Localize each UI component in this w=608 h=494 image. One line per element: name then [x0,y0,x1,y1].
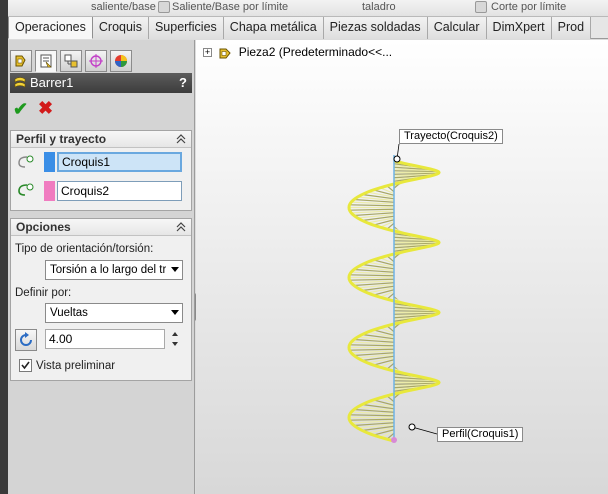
define-by-value: Vueltas [50,307,88,319]
dimxpert-manager-tab[interactable] [85,50,107,72]
feature-tree-icon [15,55,26,67]
panel-tabs [8,44,195,72]
tab-operaciones[interactable]: Operaciones [8,17,93,39]
chevron-down-icon [171,310,179,315]
path-color-swatch [44,181,55,201]
property-manager-icon [40,54,52,68]
check-icon [21,361,30,370]
tab-prod[interactable]: Prod [551,17,592,39]
rotate-icon [20,332,32,346]
property-manager-header: Barrer1 ? [10,73,192,93]
turns-button[interactable] [15,329,37,351]
cancel-button[interactable]: ✖ [38,99,54,117]
boundary-boss-icon[interactable] [158,1,170,13]
options-group: Opciones Tipo de orientación/torsión: To… [10,218,192,381]
command-ribbon: saliente/base Saliente/Base por límite t… [0,0,608,17]
collapse-chevron-icon[interactable] [176,222,186,232]
dimxpert-icon [89,54,103,68]
boundary-cut-icon[interactable] [475,1,487,13]
display-manager-icon [115,55,127,67]
tab-superficies[interactable]: Superficies [148,17,224,39]
profile-callout[interactable]: Perfil(Croquis1) [437,427,524,442]
configuration-manager-tab[interactable] [60,50,82,72]
preview-checkbox[interactable] [19,359,32,372]
orientation-select[interactable]: Torsión a lo largo del tra [45,260,183,280]
options-group-title[interactable]: Opciones [11,219,191,236]
feature-tree-tab[interactable] [10,50,32,72]
ribbon-item-saliente-base[interactable]: saliente/base [91,1,156,13]
ribbon-item-boundary-boss[interactable]: Saliente/Base por límite [172,1,288,13]
options-title: Opciones [16,220,71,234]
tab-piezas-soldadas[interactable]: Piezas soldadas [323,17,428,39]
path-callout[interactable]: Trayecto(Croquis2) [399,129,503,144]
path-icon [18,183,34,196]
sweep-feature-icon [14,77,26,88]
graphics-area[interactable]: + Pieza2 (Predeterminado<<... Trayecto(C… [196,40,608,494]
profile-color-swatch [44,152,55,172]
feature-title: Barrer1 [30,75,74,90]
profile-selection-field[interactable]: Croquis1 [57,152,182,172]
display-manager-tab[interactable] [110,50,132,72]
chevron-down-icon [171,267,179,272]
ok-button[interactable]: ✔ [13,100,29,118]
tab-calcular[interactable]: Calcular [427,17,487,39]
orientation-label: Tipo de orientación/torsión: [15,243,154,255]
profile-path-group: Perfil y trayecto Croquis1 Croquis2 [10,130,192,211]
tab-croquis[interactable]: Croquis [92,17,149,39]
define-by-select[interactable]: Vueltas [45,303,183,323]
ribbon-item-taladro[interactable]: taladro [362,1,396,13]
property-manager-tab[interactable] [35,50,57,72]
path-selection-field[interactable]: Croquis2 [57,181,182,201]
sweep-helix-preview[interactable] [196,40,608,494]
property-manager-panel: Barrer1 ? ✔ ✖ Perfil y trayecto Croquis1… [8,40,195,494]
configuration-manager-icon [64,54,78,68]
tab-chapa-metalica[interactable]: Chapa metálica [223,17,324,39]
preview-label: Vista preliminar [36,360,116,372]
ribbon-item-boundary-cut[interactable]: Corte por límite [491,1,566,13]
profile-path-title: Perfil y trayecto [16,132,107,146]
turns-input[interactable]: 4.00 [45,329,165,349]
command-manager-tabs: Operaciones Croquis Superficies Chapa me… [8,17,608,39]
turns-spinner[interactable] [169,329,181,349]
orientation-value: Torsión a lo largo del tra [50,264,173,276]
tab-dimxpert[interactable]: DimXpert [486,17,552,39]
window-left-edge [0,0,8,494]
collapse-chevron-icon[interactable] [176,134,186,144]
profile-icon [18,155,34,168]
define-by-label: Definir por: [15,287,72,299]
spinner-arrows-icon [172,332,178,346]
help-button[interactable]: ? [179,73,187,93]
profile-path-group-title[interactable]: Perfil y trayecto [11,131,191,148]
